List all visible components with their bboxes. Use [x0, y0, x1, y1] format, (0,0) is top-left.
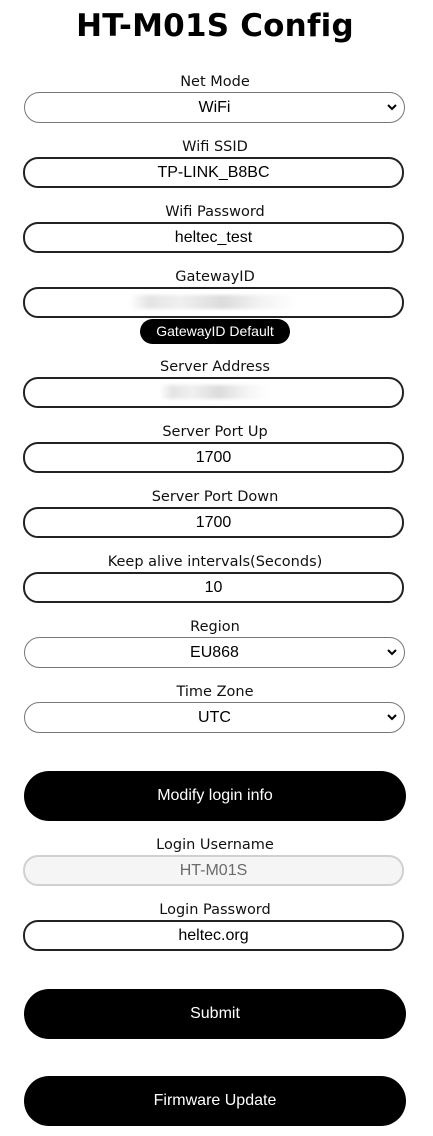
login-password-input[interactable]: heltec.org: [23, 920, 404, 951]
wifi-password-input[interactable]: heltec_test: [23, 222, 404, 253]
time-zone-value: UTC: [198, 709, 231, 726]
modify-login-info-button[interactable]: Modify login info: [24, 771, 406, 821]
time-zone-select[interactable]: UTC: [24, 702, 405, 733]
keep-alive-input[interactable]: 10: [23, 572, 404, 603]
server-port-up-input[interactable]: 1700: [23, 442, 404, 473]
wifi-ssid-input[interactable]: TP-LINK_B8BC: [23, 157, 404, 188]
server-port-down-label: Server Port Down: [151, 489, 279, 505]
time-zone-label: Time Zone: [176, 684, 254, 700]
login-username-input: HT-M01S: [23, 855, 404, 886]
wifi-password-label: Wifi Password: [165, 204, 265, 220]
chevron-down-icon: [387, 714, 397, 721]
gateway-id-input[interactable]: [23, 287, 404, 318]
login-password-label: Login Password: [159, 902, 271, 918]
region-label: Region: [190, 619, 240, 635]
region-value: EU868: [190, 644, 239, 661]
keep-alive-label: Keep alive intervals(Seconds): [107, 554, 323, 570]
server-port-up-label: Server Port Up: [162, 424, 268, 440]
server-port-down-input[interactable]: 1700: [23, 507, 404, 538]
server-address-input[interactable]: [23, 377, 404, 408]
net-mode-value: WiFi: [198, 99, 231, 116]
gateway-id-label: GatewayID: [175, 269, 255, 285]
chevron-down-icon: [387, 104, 397, 111]
server-address-label: Server Address: [160, 359, 270, 375]
server-address-redacted-value: [158, 385, 269, 399]
wifi-ssid-label: Wifi SSID: [182, 139, 248, 155]
net-mode-label: Net Mode: [180, 74, 250, 90]
gateway-id-default-button[interactable]: GatewayID Default: [140, 319, 290, 344]
page-title: HT-M01S Config: [76, 8, 354, 44]
gateway-id-redacted-value: [128, 295, 299, 309]
region-select[interactable]: EU868: [24, 637, 405, 668]
submit-button[interactable]: Submit: [24, 989, 406, 1039]
chevron-down-icon: [387, 649, 397, 656]
login-username-label: Login Username: [156, 837, 274, 853]
net-mode-select[interactable]: WiFi: [24, 92, 405, 123]
firmware-update-button[interactable]: Firmware Update: [24, 1076, 406, 1126]
